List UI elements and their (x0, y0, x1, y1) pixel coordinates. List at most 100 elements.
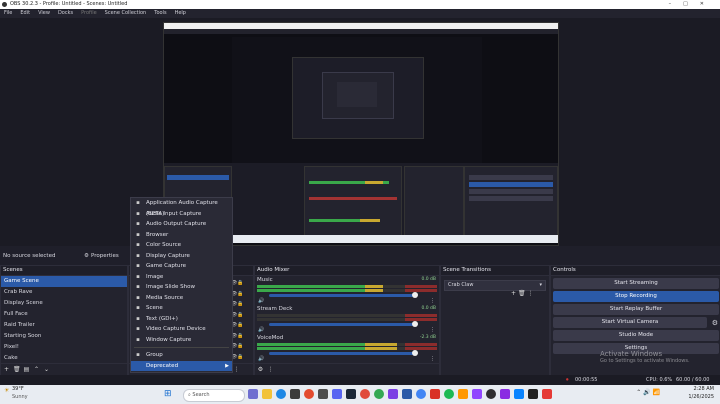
gear-icon[interactable]: ⚙ (257, 366, 264, 373)
volume-slider[interactable] (269, 350, 418, 356)
volume-slider-knob[interactable] (412, 292, 418, 298)
app-icon[interactable] (458, 389, 468, 399)
scene-item[interactable]: Crab Rave (1, 287, 127, 298)
app-icon[interactable] (500, 389, 510, 399)
properties-button[interactable]: Properties (91, 250, 119, 263)
controls-list: Start Streaming Stop Recording Start Repla… (551, 278, 720, 354)
file-explorer-icon[interactable] (262, 389, 272, 399)
context-menu-item[interactable]: ▪ Color Source (131, 240, 232, 251)
menu-file[interactable]: File (4, 10, 12, 16)
menu-edit[interactable]: Edit (20, 10, 30, 16)
filter-icon[interactable]: ▤ (23, 366, 30, 373)
app-icon[interactable] (318, 389, 328, 399)
move-up-icon[interactable]: ⌃ (33, 366, 40, 373)
more-options-icon[interactable]: ⋮ (528, 290, 534, 297)
gear-icon[interactable]: ⚙ (84, 250, 89, 263)
more-options-icon[interactable]: ⋮ (267, 366, 274, 373)
gear-icon[interactable]: ⚙ (712, 319, 718, 327)
trash-icon[interactable]: 🗑 (518, 290, 526, 297)
speaker-icon[interactable]: 🔊 (258, 298, 264, 304)
scene-item[interactable]: Starting Soon (1, 331, 127, 342)
clock-date[interactable]: 1/26/2025 (688, 394, 714, 400)
context-menu-item[interactable]: ▪ Game Capture (131, 261, 232, 272)
title-bar: OBS 30.2.3 - Profile: Untitled - Scenes:… (0, 0, 720, 9)
menu-view[interactable]: View (38, 10, 50, 16)
context-menu-item[interactable]: ▪ Audio Input Capture (131, 209, 232, 220)
context-menu-item[interactable]: ▪ Image (131, 272, 232, 283)
level-meter (257, 347, 437, 350)
add-icon[interactable]: + (3, 366, 10, 373)
context-menu-item[interactable]: ▪ Audio Output Capture (131, 219, 232, 230)
weather-desc[interactable]: Sunny (12, 394, 28, 400)
app-icon[interactable] (430, 389, 440, 399)
menu-tools[interactable]: Tools (154, 10, 166, 16)
context-menu-item[interactable]: ▪ Application Audio Capture (BETA) (131, 198, 232, 217)
control-button[interactable]: Stop Recording (553, 291, 719, 302)
more-options-icon[interactable]: ⋮ (430, 356, 435, 362)
scene-item[interactable]: Game Scene (1, 276, 127, 287)
clock-time[interactable]: 2:28 AM (693, 386, 714, 392)
control-button[interactable]: Studio Mode (553, 330, 719, 341)
volume-slider[interactable] (269, 321, 418, 327)
control-button[interactable]: Start Streaming (553, 278, 719, 289)
chrome-icon[interactable] (416, 389, 426, 399)
context-menu-label: Group (146, 352, 163, 358)
app-icon[interactable] (528, 389, 538, 399)
add-icon[interactable]: + (511, 290, 516, 297)
app-icon[interactable] (360, 389, 370, 399)
steam-icon[interactable] (346, 389, 356, 399)
chrome-icon[interactable] (374, 389, 384, 399)
scene-item[interactable]: Pixel! (1, 342, 127, 353)
context-menu-item[interactable]: ▪ Group (131, 350, 232, 361)
spotify-icon[interactable] (444, 389, 454, 399)
context-menu-item[interactable]: ▪ Video Capture Device (131, 324, 232, 335)
twitch-icon[interactable] (472, 389, 482, 399)
volume-slider-knob[interactable] (412, 321, 418, 327)
window-controls[interactable]: –□✕ (669, 0, 716, 9)
speaker-icon[interactable]: 🔊 (258, 356, 264, 362)
task-view-icon[interactable] (248, 389, 258, 399)
edge-icon[interactable] (276, 389, 286, 399)
trash-icon[interactable]: 🗑 (13, 366, 21, 373)
move-down-icon[interactable]: ⌄ (43, 366, 50, 373)
scene-item[interactable]: Full Face (1, 309, 127, 320)
discord-icon[interactable] (332, 389, 342, 399)
more-options-icon[interactable]: ⋮ (430, 298, 435, 304)
context-menu-item[interactable]: ▪ Text (GDI+) (131, 314, 232, 325)
channel-name: VoiceMod (257, 335, 284, 341)
taskbar-search[interactable]: ⌕ Search (183, 389, 245, 402)
app-icon[interactable] (542, 389, 552, 399)
system-tray-icons[interactable]: ⌃ 🔊 📶 (636, 389, 660, 396)
app-icon[interactable] (402, 389, 412, 399)
control-button[interactable]: Start Virtual Camera (553, 317, 707, 328)
speaker-icon[interactable]: 🔊 (258, 327, 264, 333)
context-menu-item[interactable]: ▪ Scene (131, 303, 232, 314)
menu-profile[interactable]: Profile (81, 10, 97, 16)
obs-icon[interactable] (486, 389, 496, 399)
more-options-icon[interactable]: ⋮ (430, 327, 435, 333)
app-icon[interactable] (514, 389, 524, 399)
menu-help[interactable]: Help (175, 10, 186, 16)
context-menu-item[interactable]: ▪ Display Capture (131, 251, 232, 262)
scene-item[interactable]: Display Scene (1, 298, 127, 309)
control-button[interactable]: Start Replay Buffer (553, 304, 719, 315)
windows-start-icon[interactable]: ⊞ (164, 389, 172, 399)
weather-temp[interactable]: 39°F (12, 386, 24, 392)
volume-slider-knob[interactable] (412, 350, 418, 356)
app-icon[interactable] (304, 389, 314, 399)
menu-docks[interactable]: Docks (58, 10, 73, 16)
menu-scene-collection[interactable]: Scene Collection (105, 10, 147, 16)
weather-icon[interactable]: ☀ (4, 387, 9, 394)
context-menu-item[interactable]: ▪ Browser (131, 230, 232, 241)
context-menu-item[interactable]: ▪ Media Source (131, 293, 232, 304)
volume-slider[interactable] (269, 292, 418, 298)
app-icon[interactable] (388, 389, 398, 399)
chevron-right-icon: ▶ (225, 362, 229, 369)
source-visibility-icons[interactable]: 👁🔒 👁🔒 👁🔒 👁🔒 👁🔒 👁🔒 👁🔒 👁🔒 (231, 278, 249, 362)
more-options-icon[interactable]: ⋮ (233, 366, 240, 373)
context-menu-item[interactable]: ▪ Image Slide Show (131, 282, 232, 293)
context-menu-item[interactable]: ▪ Window Capture (131, 335, 232, 346)
context-menu-item[interactable]: Deprecated ▶ (131, 360, 232, 371)
scene-item[interactable]: Raid Trailer (1, 320, 127, 331)
store-icon[interactable] (290, 389, 300, 399)
